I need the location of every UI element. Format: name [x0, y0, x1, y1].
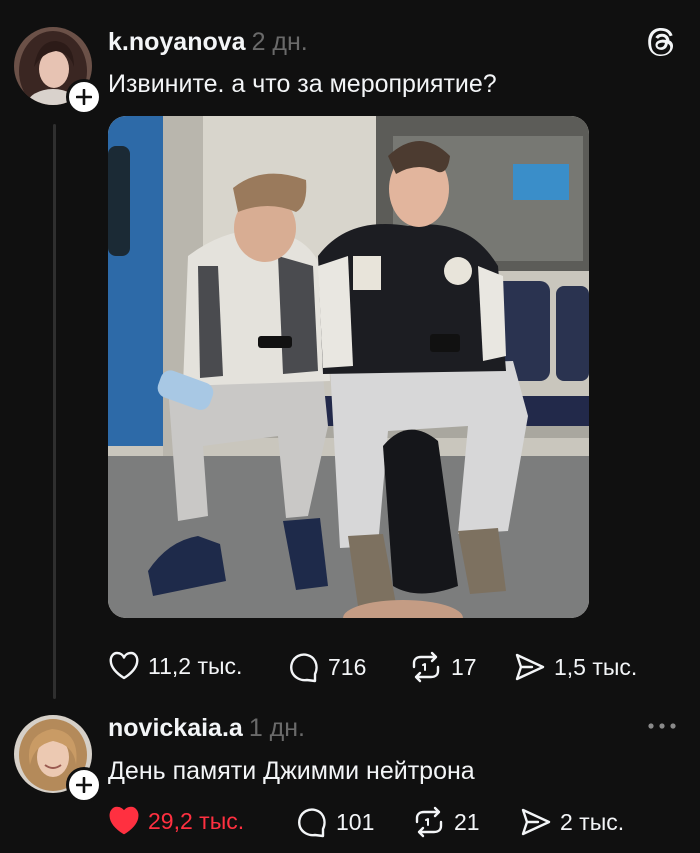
repost-arrows-icon [412, 651, 440, 683]
metro-photo [108, 116, 589, 618]
reply-share-action[interactable]: 2 тыс. [520, 806, 624, 838]
reply-reply-action[interactable]: 101 [296, 806, 374, 838]
paper-plane-icon [521, 808, 551, 836]
reply-like-action[interactable]: 29,2 тыс. [108, 806, 244, 836]
post-username[interactable]: k.noyanova [108, 28, 246, 56]
speech-bubble-icon [290, 653, 318, 683]
post-repost-count: 17 [451, 653, 477, 680]
reply-like-count: 29,2 тыс. [148, 807, 245, 834]
post-image[interactable] [108, 116, 589, 618]
reply-repost-action[interactable]: 21 [412, 806, 480, 838]
follow-button[interactable] [66, 79, 102, 115]
post-share-count: 1,5 тыс. [554, 653, 638, 680]
plus-icon [76, 89, 92, 105]
post-like-action[interactable]: 11,2 тыс. [108, 651, 242, 681]
reply-header: novickaia.a 1 дн. [108, 714, 305, 743]
reply-repost-count: 21 [454, 808, 480, 835]
threads-logo-icon[interactable] [644, 24, 680, 60]
thread-connector-line [53, 124, 56, 699]
reply-reply-count: 101 [336, 808, 375, 835]
reply-username[interactable]: novickaia.a [108, 714, 243, 742]
post-text: Извините. а что за мероприятие? [108, 70, 497, 98]
post-repost-action[interactable]: 17 [409, 651, 477, 683]
reply-share-count: 2 тыс. [560, 808, 625, 835]
plus-icon [76, 777, 92, 793]
post-reply-count: 716 [328, 653, 367, 680]
ellipsis-icon[interactable] [646, 716, 678, 736]
post-reply-action[interactable]: 716 [288, 651, 366, 683]
reply-text: День памяти Джимми нейтрона [108, 757, 475, 785]
speech-bubble-icon [298, 808, 326, 838]
reply-time: 1 дн. [248, 714, 306, 742]
heart-icon [109, 651, 139, 680]
post-time: 2 дн. [251, 28, 308, 56]
repost-arrows-icon [415, 806, 443, 838]
paper-plane-icon [515, 653, 545, 681]
follow-button[interactable] [66, 767, 102, 803]
threads-screen: k.noyanova 2 дн. Извините. а что за мероп… [0, 0, 700, 853]
post-share-action[interactable]: 1,5 тыс. [514, 651, 637, 683]
post-like-count: 11,2 тыс. [148, 652, 243, 679]
post-header: k.noyanova 2 дн. [108, 28, 308, 57]
heart-icon [109, 806, 139, 835]
